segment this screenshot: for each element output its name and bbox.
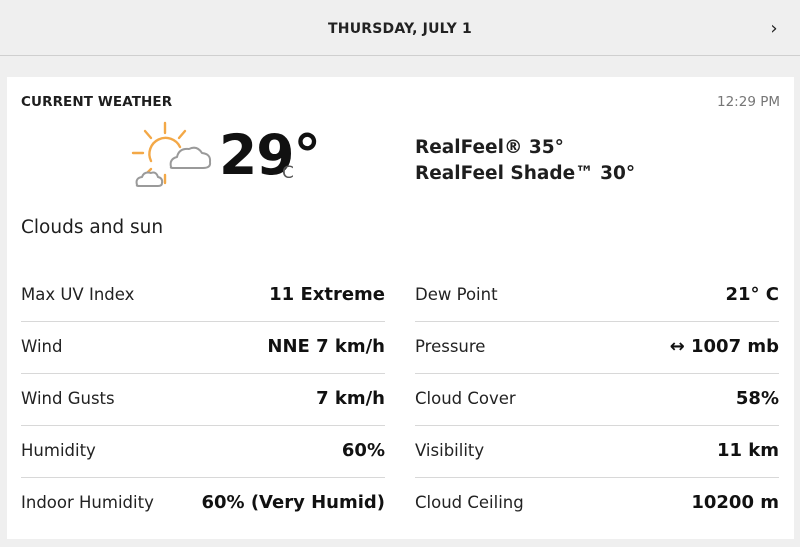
detail-value: NNE 7 km/h	[267, 336, 385, 357]
detail-label: Humidity	[21, 441, 96, 460]
card-title: CURRENT WEATHER	[21, 94, 173, 110]
detail-value: 11 km	[716, 440, 779, 461]
detail-value: 21° C	[725, 284, 779, 305]
clouds-and-sun-icon	[131, 121, 212, 187]
detail-label: Cloud Ceiling	[415, 493, 524, 512]
detail-row-dew-point: Dew Point 21° C	[415, 270, 779, 322]
detail-label: Max UV Index	[21, 285, 135, 304]
detail-row-cloud-ceiling: Cloud Ceiling 10200 m	[415, 478, 779, 530]
weather-phrase: Clouds and sun	[21, 217, 164, 238]
detail-label: Indoor Humidity	[21, 493, 154, 512]
detail-row-max-uv-index: Max UV Index 11 Extreme	[21, 270, 385, 322]
detail-row-wind: Wind NNE 7 km/h	[21, 322, 385, 374]
detail-row-pressure: Pressure ↔ 1007 mb	[415, 322, 779, 374]
detail-label: Cloud Cover	[415, 389, 516, 408]
current-temperature: 29°	[219, 123, 321, 187]
detail-label: Visibility	[415, 441, 485, 460]
observation-time: 12:29 PM	[717, 94, 780, 110]
current-weather-card: CURRENT WEATHER 12:29 PM 29° C RealFeel®…	[7, 77, 794, 539]
detail-row-humidity: Humidity 60%	[21, 426, 385, 478]
detail-label: Wind	[21, 337, 63, 356]
realfeel-shade-value: RealFeel Shade™ 30°	[415, 163, 636, 184]
detail-value: 60%	[341, 440, 385, 461]
detail-value: 7 km/h	[316, 388, 385, 409]
detail-value: 11 Extreme	[269, 284, 385, 305]
detail-label: Dew Point	[415, 285, 498, 304]
details-left-column: Max UV Index 11 Extreme Wind NNE 7 km/h …	[21, 270, 385, 530]
detail-row-visibility: Visibility 11 km	[415, 426, 779, 478]
date-navigation-bar: THURSDAY, JULY 1 ›	[0, 0, 800, 56]
chevron-right-icon[interactable]: ›	[766, 19, 782, 39]
detail-value: ↔ 1007 mb	[669, 336, 779, 357]
date-label: THURSDAY, JULY 1	[328, 21, 472, 37]
detail-value: 60% (Very Humid)	[201, 492, 385, 513]
realfeel-value: RealFeel® 35°	[415, 137, 564, 158]
detail-label: Pressure	[415, 337, 486, 356]
detail-label: Wind Gusts	[21, 389, 115, 408]
detail-row-indoor-humidity: Indoor Humidity 60% (Very Humid)	[21, 478, 385, 530]
details-right-column: Dew Point 21° C Pressure ↔ 1007 mb Cloud…	[415, 270, 779, 530]
detail-row-wind-gusts: Wind Gusts 7 km/h	[21, 374, 385, 426]
detail-row-cloud-cover: Cloud Cover 58%	[415, 374, 779, 426]
detail-value: 58%	[735, 388, 779, 409]
realfeel-block: RealFeel® 35° RealFeel Shade™ 30°	[415, 135, 635, 187]
temperature-unit: C	[282, 163, 294, 183]
detail-value: 10200 m	[691, 492, 779, 513]
